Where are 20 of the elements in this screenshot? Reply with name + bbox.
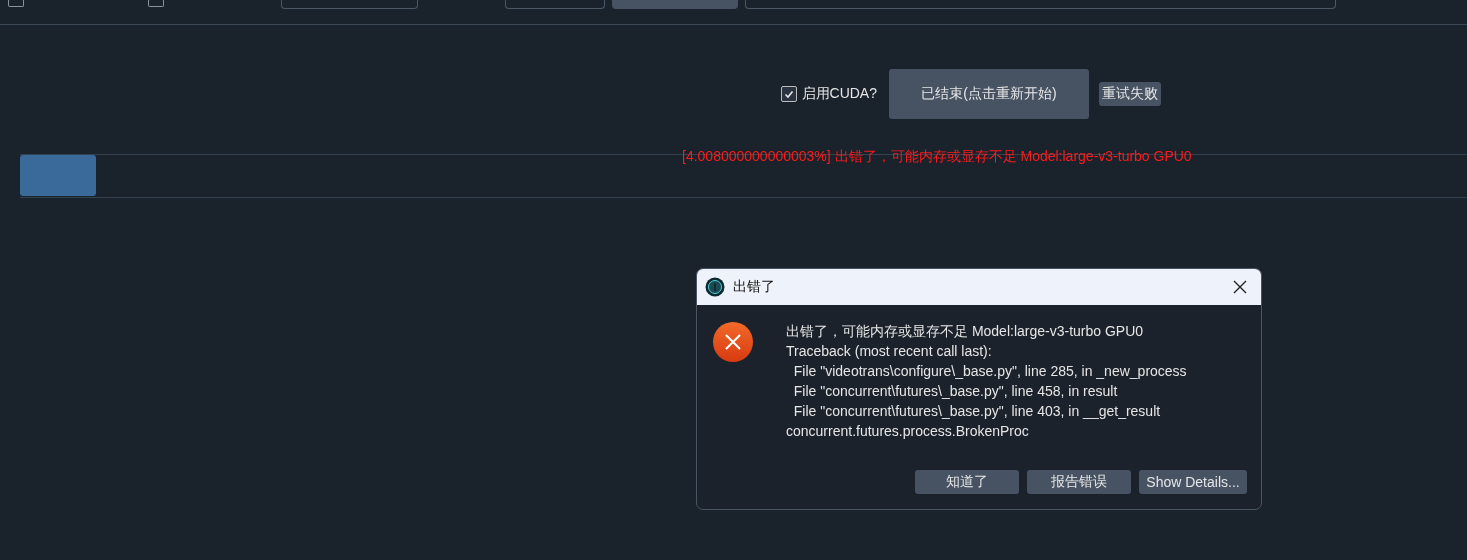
- cuda-checkbox[interactable]: 启用CUDA?: [780, 85, 877, 103]
- error-message-line: File "concurrent\futures\_base.py", line 458, in result: [792, 382, 1119, 401]
- error-message-line: Traceback (most recent call last):: [786, 342, 993, 361]
- error-message-line: concurrent.futures.process.BrokenProc: [786, 422, 1030, 441]
- error-icon: [713, 322, 753, 362]
- checkbox[interactable]: [148, 0, 164, 7]
- error-message-line: 出错了，可能内存或显存不足 Model:large-v3-turbo GPU0: [786, 322, 1145, 341]
- dialog-button[interactable]: 知道了: [915, 470, 1019, 494]
- checkbox-icon[interactable]: [780, 86, 797, 102]
- retry-button[interactable]: 重试失败: [1099, 82, 1161, 106]
- dialog-button[interactable]: 报告错误: [1027, 470, 1131, 494]
- error-message-line: File "concurrent\futures\_base.py", line 403, in __get_result: [792, 402, 1162, 421]
- error-message-line: File "videotrans\configure\_base.py", line 285, in _new_process: [792, 362, 1187, 381]
- progress-message: [4.008000000000003%] 出错了，可能内存或显存不足 Model:large-v3-turbo GPU0: [682, 148, 1192, 166]
- close-icon[interactable]: [1233, 280, 1247, 294]
- start-button[interactable]: 已结束(点击重新开始): [889, 69, 1089, 119]
- checkbox[interactable]: [8, 0, 24, 7]
- dialog-button[interactable]: Show Details...: [1139, 470, 1247, 494]
- app-icon: [705, 277, 725, 297]
- dialog-title: 出错了: [733, 278, 776, 296]
